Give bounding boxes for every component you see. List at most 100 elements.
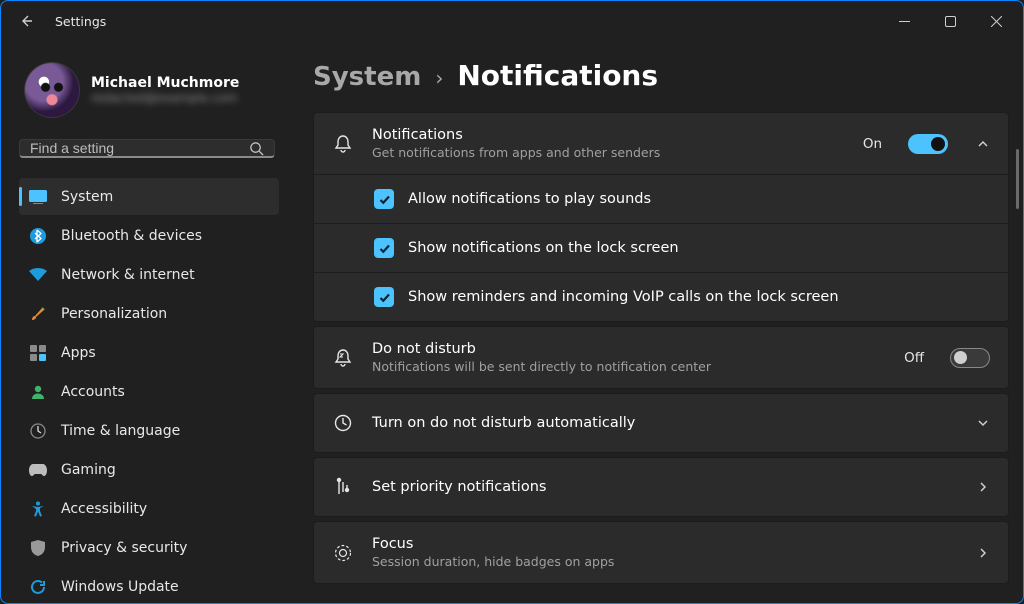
notifications-row[interactable]: Notifications Get notifications from app… <box>314 113 1008 174</box>
chevron-right-icon: › <box>435 66 443 90</box>
accessibility-icon <box>29 500 47 518</box>
option-lock-screen[interactable]: Show notifications on the lock screen <box>314 223 1008 272</box>
sidebar-item-bluetooth[interactable]: Bluetooth & devices <box>19 217 279 254</box>
sidebar-item-time[interactable]: Time & language <box>19 412 279 449</box>
focus-card: Focus Session duration, hide badges on a… <box>313 521 1009 584</box>
titlebar: Settings <box>1 1 1023 41</box>
bell-icon <box>332 134 354 154</box>
paintbrush-icon <box>29 305 47 323</box>
avatar <box>25 63 79 117</box>
row-title: Notifications <box>372 127 845 143</box>
row-title: Turn on do not disturb automatically <box>372 415 948 431</box>
focus-icon <box>332 543 354 563</box>
shield-icon <box>29 539 47 557</box>
settings-window: Settings Michael Muchmore redacted@examp… <box>0 0 1024 604</box>
sidebar-item-personalization[interactable]: Personalization <box>19 295 279 332</box>
row-subtitle: Get notifications from apps and other se… <box>372 145 845 160</box>
chevron-right-icon <box>976 480 990 494</box>
sidebar-item-gaming[interactable]: Gaming <box>19 451 279 488</box>
dnd-toggle[interactable] <box>950 348 990 368</box>
row-title: Focus <box>372 536 948 552</box>
sidebar-item-label: Network & internet <box>61 267 195 283</box>
sidebar-item-label: Windows Update <box>61 579 179 595</box>
notifications-options: Allow notifications to play sounds Show … <box>314 174 1008 321</box>
sidebar-item-label: Privacy & security <box>61 540 187 556</box>
search-input[interactable] <box>30 140 249 156</box>
option-label: Show reminders and incoming VoIP calls o… <box>408 289 839 305</box>
row-title: Set priority notifications <box>372 479 948 495</box>
checkbox-checked[interactable] <box>374 287 394 307</box>
search-box[interactable] <box>19 139 275 158</box>
wifi-icon <box>29 266 47 284</box>
sidebar-item-label: Gaming <box>61 462 116 478</box>
nav-list: System Bluetooth & devices Network & int… <box>19 178 279 604</box>
sidebar-item-label: Accounts <box>61 384 125 400</box>
checkbox-checked[interactable] <box>374 189 394 209</box>
dnd-card: Do not disturb Notifications will be sen… <box>313 326 1009 389</box>
update-icon <box>29 578 47 596</box>
minimize-icon <box>899 16 910 27</box>
sidebar-item-network[interactable]: Network & internet <box>19 256 279 293</box>
option-label: Show notifications on the lock screen <box>408 240 679 256</box>
breadcrumb: System › Notifications <box>313 59 1009 92</box>
breadcrumb-parent[interactable]: System <box>313 62 421 92</box>
dnd-auto-card: Turn on do not disturb automatically <box>313 393 1009 453</box>
sidebar-item-label: System <box>61 189 113 205</box>
scrollbar-thumb[interactable] <box>1016 149 1019 209</box>
close-icon <box>991 16 1002 27</box>
sidebar-item-accounts[interactable]: Accounts <box>19 373 279 410</box>
apps-icon <box>29 344 47 362</box>
chevron-down-icon <box>976 416 990 430</box>
profile-name: Michael Muchmore <box>91 75 239 91</box>
maximize-button[interactable] <box>927 5 973 37</box>
chevron-up-icon[interactable] <box>976 137 990 151</box>
notifications-card: Notifications Get notifications from app… <box>313 112 1009 322</box>
search-icon <box>249 141 264 156</box>
sidebar-item-label: Personalization <box>61 306 167 322</box>
page-title: Notifications <box>457 59 658 92</box>
dnd-row[interactable]: Do not disturb Notifications will be sen… <box>314 327 1008 388</box>
option-label: Allow notifications to play sounds <box>408 191 651 207</box>
notifications-toggle[interactable] <box>908 134 948 154</box>
sidebar-item-system[interactable]: System <box>19 178 279 215</box>
priority-icon <box>332 477 354 497</box>
clock-globe-icon <box>29 422 47 440</box>
bell-snooze-icon <box>332 348 354 368</box>
system-icon <box>29 188 47 206</box>
toggle-state-label: On <box>863 136 882 152</box>
focus-row[interactable]: Focus Session duration, hide badges on a… <box>314 522 1008 583</box>
sidebar-item-label: Bluetooth & devices <box>61 228 202 244</box>
row-subtitle: Session duration, hide badges on apps <box>372 554 948 569</box>
minimize-button[interactable] <box>881 5 927 37</box>
sidebar-item-privacy[interactable]: Privacy & security <box>19 529 279 566</box>
clock-icon <box>332 413 354 433</box>
dnd-auto-row[interactable]: Turn on do not disturb automatically <box>314 394 1008 452</box>
sidebar-item-update[interactable]: Windows Update <box>19 568 279 604</box>
sidebar-item-label: Time & language <box>61 423 180 439</box>
sidebar-item-apps[interactable]: Apps <box>19 334 279 371</box>
back-button[interactable] <box>11 5 43 37</box>
main-content: System › Notifications Notifications Get… <box>289 41 1023 603</box>
sidebar-item-label: Accessibility <box>61 501 147 517</box>
sidebar-item-accessibility[interactable]: Accessibility <box>19 490 279 527</box>
row-title: Do not disturb <box>372 341 886 357</box>
sidebar: Michael Muchmore redacted@example.com Sy… <box>1 41 289 603</box>
bluetooth-icon <box>29 227 47 245</box>
gamepad-icon <box>29 461 47 479</box>
chevron-right-icon <box>976 546 990 560</box>
close-button[interactable] <box>973 5 1019 37</box>
option-voip-lock-screen[interactable]: Show reminders and incoming VoIP calls o… <box>314 272 1008 321</box>
priority-card: Set priority notifications <box>313 457 1009 517</box>
window-title: Settings <box>55 14 106 29</box>
priority-row[interactable]: Set priority notifications <box>314 458 1008 516</box>
maximize-icon <box>945 16 956 27</box>
profile-block[interactable]: Michael Muchmore redacted@example.com <box>19 49 279 135</box>
profile-email: redacted@example.com <box>91 91 239 105</box>
arrow-left-icon <box>19 13 35 29</box>
checkbox-checked[interactable] <box>374 238 394 258</box>
option-play-sounds[interactable]: Allow notifications to play sounds <box>314 175 1008 223</box>
person-icon <box>29 383 47 401</box>
sidebar-item-label: Apps <box>61 345 96 361</box>
toggle-state-label: Off <box>904 350 924 366</box>
row-subtitle: Notifications will be sent directly to n… <box>372 359 886 374</box>
